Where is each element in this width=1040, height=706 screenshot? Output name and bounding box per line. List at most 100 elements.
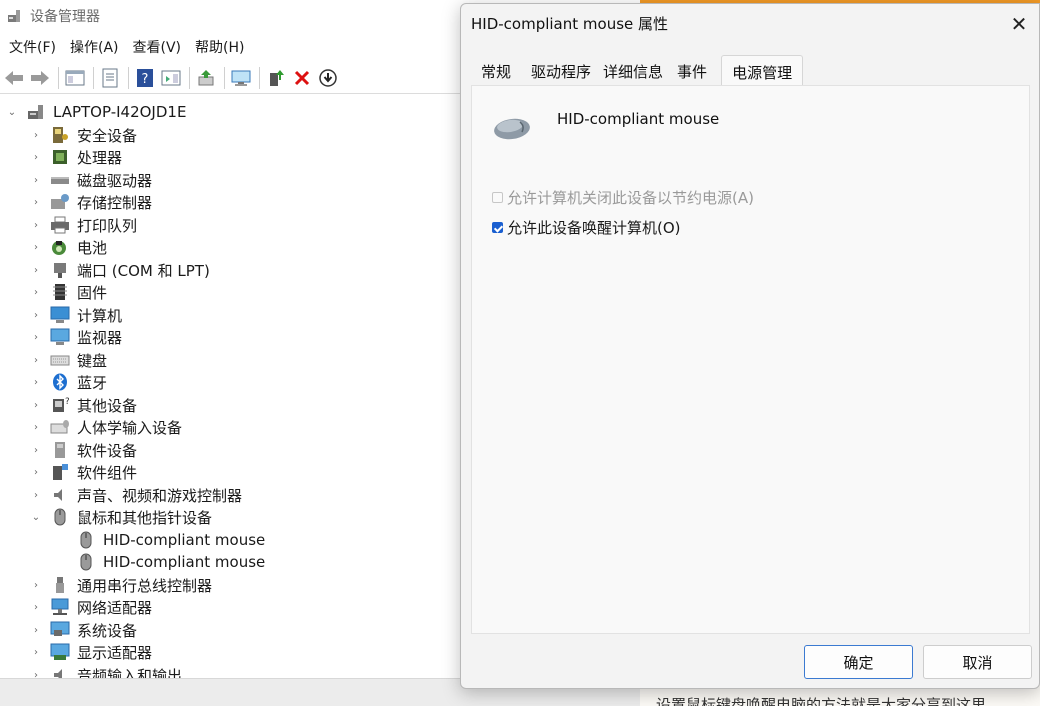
chevron-right-icon[interactable]: › xyxy=(30,490,42,501)
tree-item-label: 存储控制器 xyxy=(77,193,153,212)
chevron-right-icon[interactable]: › xyxy=(30,152,42,163)
tab-driver[interactable]: 驱动程序 xyxy=(521,55,601,85)
tree-item-audio-io[interactable]: › 音频输入和输出 xyxy=(30,664,182,678)
action-pane-icon[interactable] xyxy=(159,66,183,90)
chevron-right-icon[interactable]: › xyxy=(30,242,42,253)
tree-item-processor[interactable]: › 处理器 xyxy=(30,146,122,168)
menu-help[interactable]: 帮助(H) xyxy=(189,37,250,57)
tree-item-bluetooth[interactable]: › 蓝牙 xyxy=(30,371,107,393)
tree-item-hid[interactable]: › 人体学输入设备 xyxy=(30,416,182,438)
tree-item-mouse[interactable]: ⌄ 鼠标和其他指针设备 xyxy=(30,506,212,528)
chevron-right-icon[interactable]: › xyxy=(30,265,42,276)
tree-item-label: 软件组件 xyxy=(77,463,138,482)
tree-item-label: 人体学输入设备 xyxy=(77,418,183,437)
menu-file[interactable]: 文件(F) xyxy=(3,37,62,57)
tab-details[interactable]: 详细信息 xyxy=(601,55,667,85)
ok-button[interactable]: 确定 xyxy=(804,645,913,679)
computer-root-icon xyxy=(26,103,46,121)
tree-item-hid-mouse-2[interactable]: HID-compliant mouse xyxy=(76,551,265,573)
tree-item-usb[interactable]: › 通用串行总线控制器 xyxy=(30,574,212,596)
chevron-right-icon[interactable]: › xyxy=(30,647,42,658)
show-hide-tree-icon[interactable] xyxy=(63,66,87,90)
tree-root[interactable]: ⌄ LAPTOP-I42OJD1E xyxy=(6,101,187,123)
processor-icon xyxy=(50,148,70,166)
tab-general[interactable]: 常规 xyxy=(471,55,521,85)
tree-item-network[interactable]: › 网络适配器 xyxy=(30,596,152,618)
tree-item-computer[interactable]: › 计算机 xyxy=(30,304,122,326)
menu-view[interactable]: 查看(V) xyxy=(127,37,188,57)
update-driver-icon[interactable] xyxy=(194,66,218,90)
svg-text:?: ? xyxy=(65,397,69,407)
cancel-button[interactable]: 取消 xyxy=(923,645,1032,679)
chevron-right-icon[interactable]: › xyxy=(30,310,42,321)
allow-wake-checkbox[interactable]: 允许此设备唤醒计算机(O) xyxy=(492,217,681,238)
tree-item-label: 安全设备 xyxy=(77,126,138,145)
computer-name: LAPTOP-I42OJD1E xyxy=(53,103,187,121)
tree-item-label: 音频输入和输出 xyxy=(77,666,183,679)
chevron-right-icon[interactable]: › xyxy=(30,197,42,208)
allow-wake-label: 允许此设备唤醒计算机(O) xyxy=(507,219,681,237)
tab-power-management[interactable]: 电源管理 xyxy=(721,55,804,85)
properties-icon[interactable] xyxy=(98,66,122,90)
chevron-right-icon[interactable]: › xyxy=(30,422,42,433)
uninstall-device-icon[interactable] xyxy=(290,66,314,90)
tree-item-disk[interactable]: › 磁盘驱动器 xyxy=(30,169,152,191)
tree-item-label: 蓝牙 xyxy=(77,373,108,392)
tree-item-port[interactable]: › 端口 (COM 和 LPT) xyxy=(30,259,210,281)
chevron-down-icon[interactable]: ⌄ xyxy=(6,107,18,118)
keyboard-icon xyxy=(50,351,70,369)
tree-item-hid-mouse-1[interactable]: HID-compliant mouse xyxy=(76,529,265,551)
tree-item-other[interactable]: › ? 其他设备 xyxy=(30,394,137,416)
disable-device-icon[interactable] xyxy=(316,66,340,90)
chevron-right-icon[interactable]: › xyxy=(30,332,42,343)
scan-hardware-icon[interactable] xyxy=(229,66,253,90)
tree-item-audio[interactable]: › 声音、视频和游戏控制器 xyxy=(30,484,242,506)
chevron-right-icon[interactable]: › xyxy=(30,400,42,411)
chevron-right-icon[interactable]: › xyxy=(30,355,42,366)
tab-events[interactable]: 事件 xyxy=(667,55,721,85)
computer-icon xyxy=(50,306,70,324)
toolbar-separator xyxy=(259,66,260,89)
tree-item-firmware[interactable]: › 固件 xyxy=(30,281,107,303)
tree-item-battery[interactable]: › 电池 xyxy=(30,236,107,258)
menu-action[interactable]: 操作(A) xyxy=(64,37,125,57)
chevron-right-icon[interactable]: › xyxy=(30,602,42,613)
forward-arrow-icon[interactable] xyxy=(28,66,52,90)
chevron-right-icon[interactable]: › xyxy=(30,625,42,636)
monitor-icon xyxy=(50,328,70,346)
allow-power-off-label: 允许计算机关闭此设备以节约电源(A) xyxy=(507,189,754,207)
tree-item-system[interactable]: › 系统设备 xyxy=(30,619,137,641)
other-device-icon: ? xyxy=(50,396,70,414)
allow-power-off-checkbox[interactable]: 允许计算机关闭此设备以节约电源(A) xyxy=(492,187,754,208)
chevron-right-icon[interactable]: › xyxy=(30,175,42,186)
tree-item-storage[interactable]: › 存储控制器 xyxy=(30,191,152,213)
chevron-down-icon[interactable]: ⌄ xyxy=(30,512,42,523)
checkbox-checked[interactable] xyxy=(492,222,503,233)
storage-controller-icon xyxy=(50,193,70,211)
chevron-right-icon[interactable]: › xyxy=(30,130,42,141)
help-icon[interactable]: ? xyxy=(133,66,157,90)
chevron-right-icon[interactable]: › xyxy=(30,377,42,388)
enable-device-icon[interactable] xyxy=(264,66,288,90)
chevron-right-icon[interactable]: › xyxy=(30,220,42,231)
tree-item-software-device[interactable]: › 软件设备 xyxy=(30,439,137,461)
chevron-right-icon[interactable]: › xyxy=(30,670,42,679)
back-arrow-icon[interactable] xyxy=(2,66,26,90)
tree-item-software-component[interactable]: › 软件组件 xyxy=(30,461,137,483)
chevron-right-icon[interactable]: › xyxy=(30,445,42,456)
chevron-right-icon[interactable]: › xyxy=(30,287,42,298)
background-text: 设置鼠标键盘唤醒电脑的方法就是大家分享到这里 xyxy=(656,696,987,706)
network-icon xyxy=(50,598,70,616)
tree-item-keyboard[interactable]: › 键盘 xyxy=(30,349,107,371)
tree-item-monitor[interactable]: › 监视器 xyxy=(30,326,122,348)
tree-item-security[interactable]: › 安全设备 xyxy=(30,124,137,146)
tree-item-display[interactable]: › 显示适配器 xyxy=(30,641,152,663)
tree-item-label: 软件设备 xyxy=(77,441,138,460)
chevron-right-icon[interactable]: › xyxy=(30,580,42,591)
chevron-right-icon[interactable]: › xyxy=(30,467,42,478)
checkbox-unchecked[interactable] xyxy=(492,192,503,203)
tree-item-label: 磁盘驱动器 xyxy=(77,171,153,190)
tree-item-printer[interactable]: › 打印队列 xyxy=(30,214,137,236)
toolbar-separator xyxy=(128,66,129,89)
close-icon[interactable]: ✕ xyxy=(1005,10,1033,38)
